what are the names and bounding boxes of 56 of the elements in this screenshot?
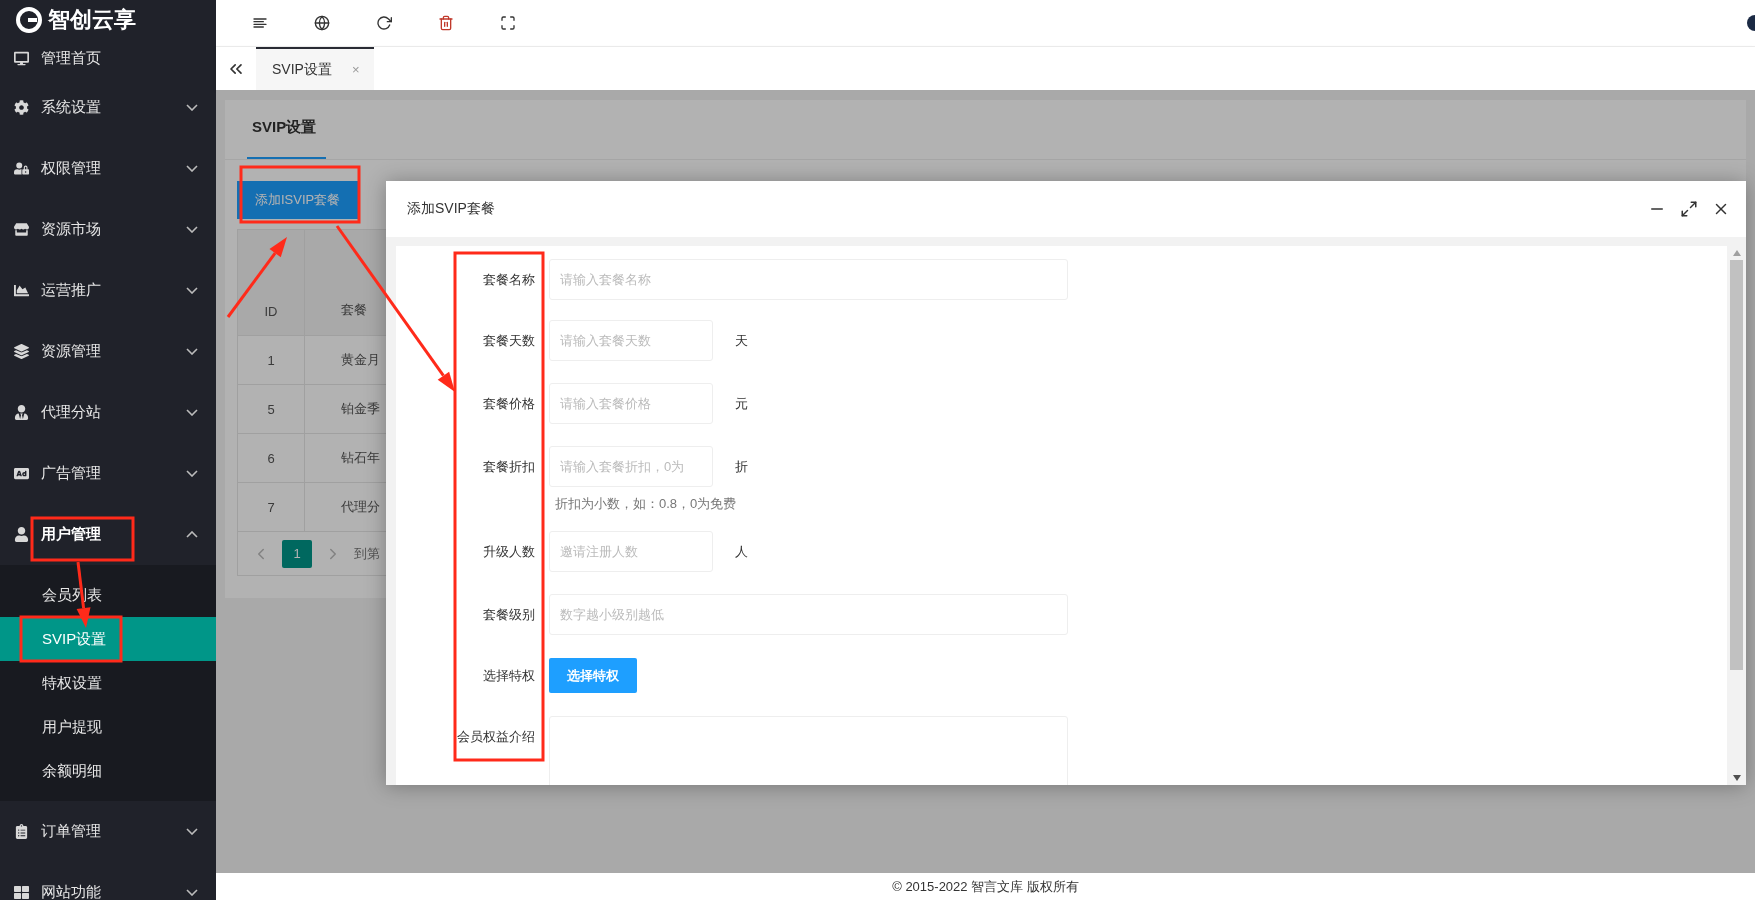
- table-cell: 6: [238, 434, 305, 482]
- sidebar-item[interactable]: 订单管理: [0, 801, 216, 862]
- table-cell: 7: [238, 483, 305, 531]
- sidebar-item[interactable]: 管理首页: [0, 40, 216, 77]
- user-icon: [14, 527, 29, 542]
- sidebar-item[interactable]: 代理分站: [0, 382, 216, 443]
- user-lock-icon: [14, 161, 29, 176]
- grid-icon: [14, 885, 29, 900]
- logo-icon: [16, 7, 42, 33]
- input-field[interactable]: 数字越小级别越低: [549, 594, 1068, 635]
- sidebar-subitem[interactable]: SVIP设置: [0, 617, 216, 661]
- ad-icon: [14, 466, 29, 481]
- maximize-icon[interactable]: [1680, 200, 1698, 218]
- clipboard-icon: [14, 824, 29, 839]
- input-field[interactable]: 请输入套餐天数: [549, 320, 713, 361]
- logo-text: 智创云享: [48, 6, 136, 34]
- page-tab[interactable]: SVIP设置 ×: [256, 47, 374, 90]
- store-icon: [14, 222, 29, 237]
- form-label: 升级人数: [482, 543, 536, 561]
- form-label: 套餐价格: [482, 395, 536, 413]
- monitor-icon: [14, 51, 29, 66]
- form-label: 套餐折扣: [482, 458, 536, 476]
- sidebar-item[interactable]: 资源管理: [0, 321, 216, 382]
- input-field[interactable]: 请输入套餐名称: [549, 259, 1068, 300]
- chart-icon: [14, 283, 29, 298]
- unit-label: 元: [735, 394, 748, 413]
- form-label: 套餐名称: [482, 271, 536, 289]
- input-field[interactable]: 请输入套餐折扣，0为: [549, 446, 713, 487]
- form-label: 选择特权: [482, 667, 536, 685]
- sidebar-subitem[interactable]: 特权设置: [0, 661, 216, 705]
- unit-label: 折: [735, 457, 748, 476]
- sidebar-item[interactable]: 广告管理: [0, 443, 216, 504]
- table-cell: 1: [238, 336, 305, 384]
- gear-icon: [14, 100, 29, 115]
- sidebar-item[interactable]: 用户管理: [0, 504, 216, 565]
- sidebar-subitem[interactable]: 用户提现: [0, 705, 216, 749]
- table-cell: 5: [238, 385, 305, 433]
- input-field[interactable]: 邀请注册人数: [549, 531, 713, 572]
- card-title: SVIP设置: [247, 118, 327, 159]
- tab-label: SVIP设置: [272, 60, 332, 79]
- person-icon: [14, 405, 29, 420]
- sidebar-subitem[interactable]: 余额明细: [0, 749, 216, 793]
- form-label: 会员权益介绍: [456, 728, 536, 746]
- sidebar-item[interactable]: 资源市场: [0, 199, 216, 260]
- dialog-title: 添加SVIP套餐: [407, 200, 496, 218]
- input-field[interactable]: 请输入套餐价格: [549, 383, 713, 424]
- goto-label: 到第: [354, 544, 380, 563]
- unit-label: 人: [735, 542, 748, 561]
- sidebar-item[interactable]: 运营推广: [0, 260, 216, 321]
- form-label: 套餐级别: [482, 606, 536, 624]
- sidebar-item[interactable]: 权限管理: [0, 138, 216, 199]
- sidebar-item[interactable]: 系统设置: [0, 77, 216, 138]
- scroll-down-icon[interactable]: [1732, 775, 1741, 781]
- sidebar-item[interactable]: 网站功能: [0, 862, 216, 900]
- layers-icon: [14, 344, 29, 359]
- unit-label: 天: [735, 331, 748, 350]
